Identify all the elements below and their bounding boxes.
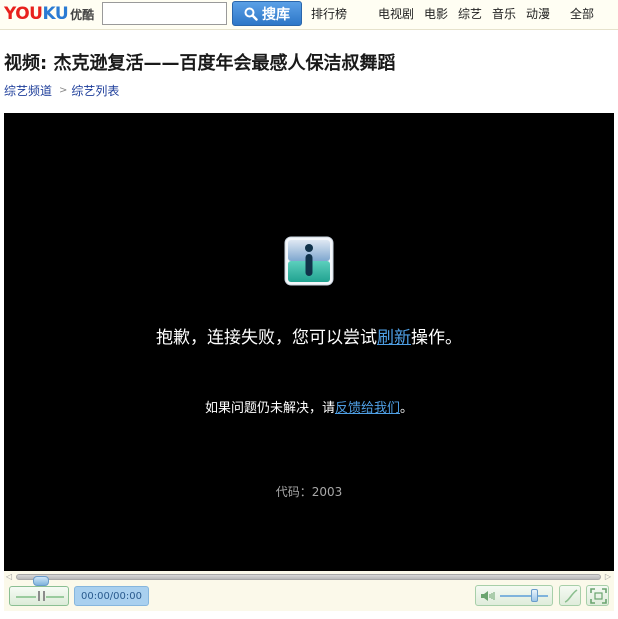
fullscreen-button[interactable] bbox=[586, 585, 609, 606]
feedback-message-text-before: 如果问题仍未解决，请 bbox=[204, 401, 335, 416]
player-controls: ◁ ▷ 00:00/00:00 bbox=[4, 571, 614, 611]
light-toggle-button[interactable] bbox=[559, 585, 581, 606]
time-display: 00:00/00:00 bbox=[74, 586, 149, 606]
error-message-text-before: 抱歉，连接失败，您可以尝试 bbox=[156, 328, 377, 348]
error-code: 代码：2003 bbox=[275, 485, 343, 499]
youku-logo[interactable]: YOU KU 优酷 bbox=[4, 3, 94, 25]
nav-link-ranking[interactable]: 排行榜 bbox=[311, 5, 347, 22]
light-curve-icon bbox=[564, 589, 578, 603]
seek-bar[interactable] bbox=[16, 574, 601, 586]
breadcrumb-variety-channel[interactable]: 综艺频道 bbox=[4, 82, 52, 99]
top-navigation-bar: YOU KU 优酷 搜库 排行榜 电视剧 电影 综艺 音乐 动漫 全部 bbox=[0, 0, 618, 30]
page-title: 视频: 杰克逊复活——百度年会最感人保洁叔舞蹈 bbox=[4, 53, 396, 74]
feedback-message: 如果问题仍未解决，请反馈给我们。 bbox=[4, 397, 614, 416]
nav-link-variety[interactable]: 综艺 bbox=[458, 5, 482, 22]
logo-text-you: YOU bbox=[4, 4, 43, 24]
volume-slider-track[interactable] bbox=[500, 595, 548, 597]
refresh-link[interactable]: 刷新 bbox=[377, 328, 411, 348]
seek-forward-arrow-icon[interactable]: ▷ bbox=[605, 572, 611, 581]
video-player[interactable]: 抱歉，连接失败，您可以尝试刷新操作。 如果问题仍未解决，请反馈给我们。 代码：2… bbox=[4, 113, 614, 571]
feedback-message-text-after: 。 bbox=[400, 401, 414, 416]
fullscreen-icon bbox=[590, 588, 607, 604]
logo-text-cn: 优酷 bbox=[70, 7, 95, 22]
info-icon bbox=[284, 236, 334, 286]
search-button-label: 搜库 bbox=[262, 6, 290, 23]
error-message: 抱歉，连接失败，您可以尝试刷新操作。 bbox=[4, 323, 614, 348]
breadcrumb-separator: > bbox=[59, 85, 68, 96]
search-input[interactable] bbox=[102, 2, 227, 25]
error-message-text-after: 操作。 bbox=[411, 328, 462, 348]
pause-icon bbox=[38, 591, 40, 601]
nav-link-anime[interactable]: 动漫 bbox=[526, 5, 550, 22]
search-button[interactable]: 搜库 bbox=[232, 1, 302, 26]
nav-link-music[interactable]: 音乐 bbox=[492, 5, 516, 22]
volume-control[interactable] bbox=[475, 585, 553, 606]
nav-link-all[interactable]: 全部 bbox=[570, 5, 594, 22]
seek-thumb[interactable] bbox=[33, 576, 49, 586]
nav-link-tv[interactable]: 电视剧 bbox=[378, 5, 414, 22]
play-pause-button[interactable] bbox=[9, 586, 69, 606]
feedback-link[interactable]: 反馈给我们 bbox=[335, 401, 400, 416]
breadcrumb-variety-list[interactable]: 综艺列表 bbox=[71, 82, 119, 99]
breadcrumb: 综艺频道 > 综艺列表 bbox=[4, 82, 119, 99]
logo-text-ku: KU bbox=[42, 4, 69, 24]
nav-link-movie[interactable]: 电影 bbox=[424, 5, 448, 22]
speaker-icon bbox=[481, 591, 495, 601]
volume-slider-thumb[interactable] bbox=[531, 589, 538, 602]
seek-back-arrow-icon[interactable]: ◁ bbox=[6, 572, 12, 581]
search-icon bbox=[244, 7, 258, 21]
